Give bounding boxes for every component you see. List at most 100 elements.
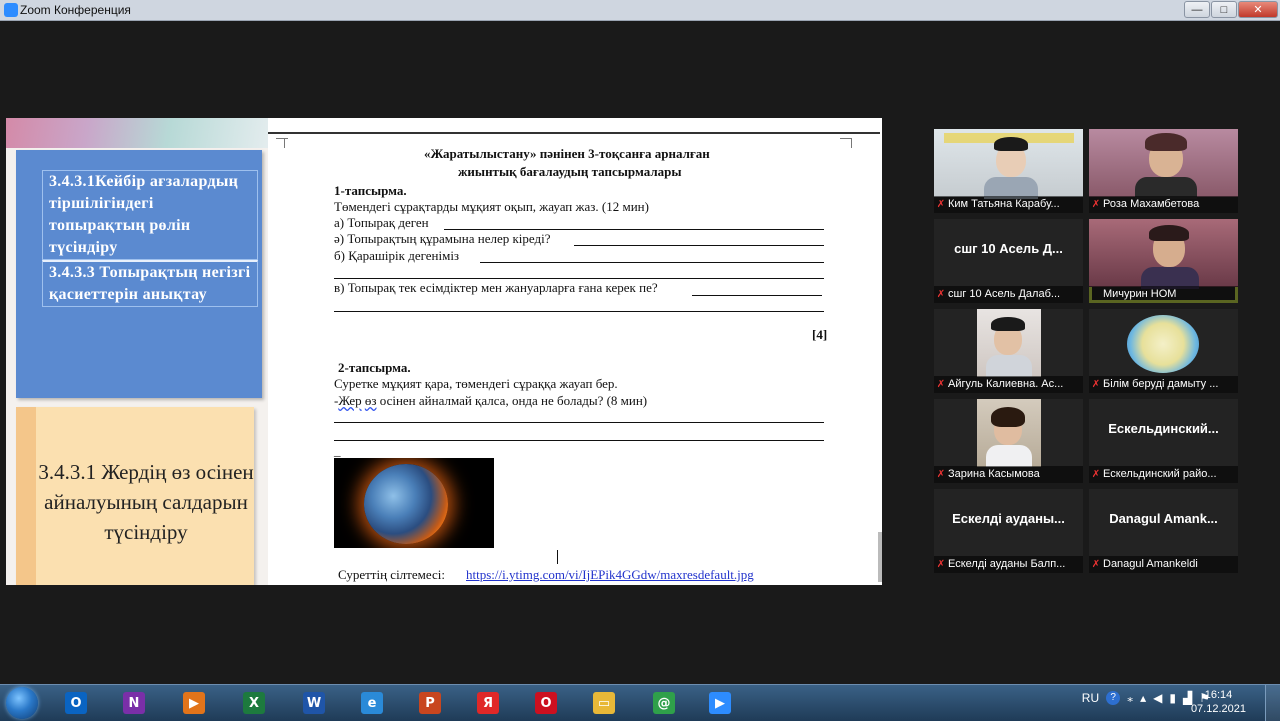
earth-image <box>334 458 494 548</box>
task1-heading: 1-тапсырма. <box>334 183 407 198</box>
zoom-icon: ▶ <box>709 692 731 714</box>
show-desktop-button[interactable] <box>1265 685 1280 721</box>
network-icon[interactable]: ▮ <box>1169 691 1176 705</box>
image-reference-link[interactable]: https://i.ytimg.com/vi/IjEPik4GGdw/maxre… <box>466 567 754 583</box>
clock-date: 07.12.2021 <box>1190 703 1246 715</box>
organization-logo <box>1127 315 1199 373</box>
question-b: б) Қарашірік дегеніміз <box>334 248 460 263</box>
ie-icon: e <box>361 692 383 714</box>
question-ae: ә) Топырақтың құрамына нелер кіреді? <box>334 231 551 246</box>
participant-name: Мичурин НОМ <box>1103 288 1177 300</box>
taskbar-app-button[interactable]: ▶ <box>170 688 218 718</box>
participant-tile[interactable]: ✗ Айгуль Калиевна. Ас... <box>934 309 1083 393</box>
mic-muted-icon: ✗ <box>936 379 946 390</box>
mic-muted-icon: ✗ <box>936 559 946 570</box>
objective-2: 3.4.3.3 Топырақтың негізгі қасиеттерін а… <box>42 260 258 307</box>
assessment-document: «Жаратылыстану» пәнінен 3-тоқсанға арнал… <box>268 118 882 585</box>
minimize-button[interactable]: — <box>1184 1 1210 18</box>
image-reference-label: Суреттің сілтемесі: <box>338 567 445 582</box>
answer-dash: _ <box>334 443 341 458</box>
presentation-slide: 3.4.3.1Кейбір ағзалардың тіршілігіндегі … <box>6 118 280 585</box>
volume-icon[interactable]: ◀ <box>1153 691 1162 705</box>
participant-name: Зарина Касымова <box>948 468 1040 480</box>
zoom-app-icon <box>4 3 18 17</box>
participant-name: Danagul Amankeldi <box>1103 558 1198 570</box>
clock-time: 16:14 <box>1204 689 1233 701</box>
text-cursor <box>557 550 558 564</box>
taskbar-app-button[interactable]: @ <box>640 688 688 718</box>
participant-name: Айгуль Калиевна. Ас... <box>948 378 1064 390</box>
mic-muted-icon: ✗ <box>936 289 946 300</box>
taskbar-app-button[interactable]: e <box>348 688 396 718</box>
mic-muted-icon: ✗ <box>1091 559 1101 570</box>
slide-banner <box>6 118 276 148</box>
question-v: в) Топырақ тек есімдіктер мен жануарларғ… <box>334 280 658 295</box>
language-indicator[interactable]: RU <box>1082 691 1099 705</box>
participant-display-name: сшг 10 Асель Д... <box>954 241 1063 256</box>
onenote-icon: N <box>123 692 145 714</box>
objective-card: 3.4.3.1 Жердің өз осінен айналуының салд… <box>16 407 254 585</box>
participant-tile[interactable]: Ескелді ауданы... ✗ Ескелді ауданы Балп..… <box>934 489 1083 573</box>
participant-tile[interactable]: ✗ Ким Татьяна Карабу... <box>934 129 1083 213</box>
participant-name: Ескелді ауданы Балп... <box>948 558 1066 570</box>
mic-muted-icon: ✗ <box>1091 469 1101 480</box>
maximize-button[interactable]: □ <box>1211 1 1237 18</box>
powerpoint-icon: P <box>419 692 441 714</box>
doc-scrollbar[interactable] <box>878 532 882 582</box>
participant-name: Ескельдинский райо... <box>1103 468 1217 480</box>
help-icon[interactable]: ? <box>1106 691 1121 705</box>
participant-tile[interactable]: Ескельдинский... ✗ Ескельдинский райо... <box>1089 399 1238 483</box>
doc-title-line1: «Жаратылыстану» пәнінен 3-тоқсанға арнал… <box>424 146 710 161</box>
taskbar-app-button[interactable]: O <box>52 688 100 718</box>
taskbar-app-button[interactable]: P <box>406 688 454 718</box>
taskbar-app-button[interactable]: N <box>110 688 158 718</box>
shared-screen[interactable]: 3.4.3.1Кейбір ағзалардың тіршілігіндегі … <box>6 118 882 585</box>
opera-icon: O <box>535 692 557 714</box>
close-button[interactable]: ✕ <box>1238 1 1278 18</box>
notification-icon[interactable]: ⁎ <box>1127 691 1133 705</box>
system-clock[interactable]: 16:14 07.12.2021 <box>1191 688 1246 716</box>
question-a: а) Топырақ деген <box>334 215 429 230</box>
word-icon: W <box>303 692 325 714</box>
taskbar-app-button[interactable]: ▭ <box>580 688 628 718</box>
participant-tile[interactable]: Danagul Amank... ✗ Danagul Amankeldi <box>1089 489 1238 573</box>
mic-muted-icon: ✗ <box>936 199 946 210</box>
start-button[interactable] <box>6 687 38 719</box>
objective-1: 3.4.3.1Кейбір ағзалардың тіршілігіндегі … <box>42 170 258 260</box>
taskbar-app-button[interactable]: ▶ <box>696 688 744 718</box>
participant-tile[interactable]: сшг 10 Асель Д... ✗ сшг 10 Асель Далаб... <box>934 219 1083 303</box>
mic-muted-icon: ✗ <box>1091 199 1101 210</box>
task1-instruction: Төмендегі сұрақтарды мұқият оқып, жауап … <box>334 199 649 214</box>
mic-muted-icon: ✗ <box>936 469 946 480</box>
participant-tile[interactable]: ✗ Білім беруді дамыту ... <box>1089 309 1238 393</box>
taskbar-app-button[interactable]: W <box>290 688 338 718</box>
meeting-stage: 3.4.3.1Кейбір ағзалардың тіршілігіндегі … <box>0 21 1280 685</box>
yandex-icon: Я <box>477 692 499 714</box>
excel-icon: X <box>243 692 265 714</box>
taskbar-app-button[interactable]: Я <box>464 688 512 718</box>
tray-expand-icon[interactable]: ▴ <box>1140 691 1146 705</box>
participant-tile[interactable]: ✗ Роза Махамбетова <box>1089 129 1238 213</box>
media-player-icon: ▶ <box>183 692 205 714</box>
doc-title-line2: жиынтық бағалаудың тапсырмалары <box>458 164 682 179</box>
participant-display-name: Ескелді ауданы... <box>952 511 1065 526</box>
objectives-panel: 3.4.3.1Кейбір ағзалардың тіршілігіндегі … <box>16 150 262 398</box>
outlook-icon: O <box>65 692 87 714</box>
participant-tile[interactable]: ✗ Зарина Касымова <box>934 399 1083 483</box>
task2-heading: 2-тапсырма. <box>338 360 411 375</box>
participant-name: Ким Татьяна Карабу... <box>948 198 1060 210</box>
taskbar-app-button[interactable]: X <box>230 688 278 718</box>
participant-display-name: Ескельдинский... <box>1108 421 1219 436</box>
task2-instruction: Суретке мұқият қара, төмендегі сұраққа ж… <box>334 376 618 391</box>
participant-tile-active-speaker[interactable]: Мичурин НОМ <box>1089 219 1238 303</box>
participant-name: Роза Махамбетова <box>1103 198 1200 210</box>
window-title: Zoom Конференция <box>20 3 131 17</box>
score-marker: [4] <box>812 327 828 342</box>
window-titlebar: Zoom Конференция — □ ✕ <box>0 0 1280 21</box>
taskbar-app-button[interactable]: O <box>522 688 570 718</box>
participant-name: Білім беруді дамыту ... <box>1103 378 1219 390</box>
mic-muted-icon: ✗ <box>1091 379 1101 390</box>
objective-3: 3.4.3.1 Жердің өз осінен айналуының салд… <box>38 460 254 544</box>
windows-taskbar: O N ▶ X We P Я O ▭ @ ▶ RU ? ⁎ ▴ ◀ ▮ ▟ ⚑ 16:14 07.1… <box>0 684 1280 721</box>
folder-icon: ▭ <box>593 692 615 714</box>
